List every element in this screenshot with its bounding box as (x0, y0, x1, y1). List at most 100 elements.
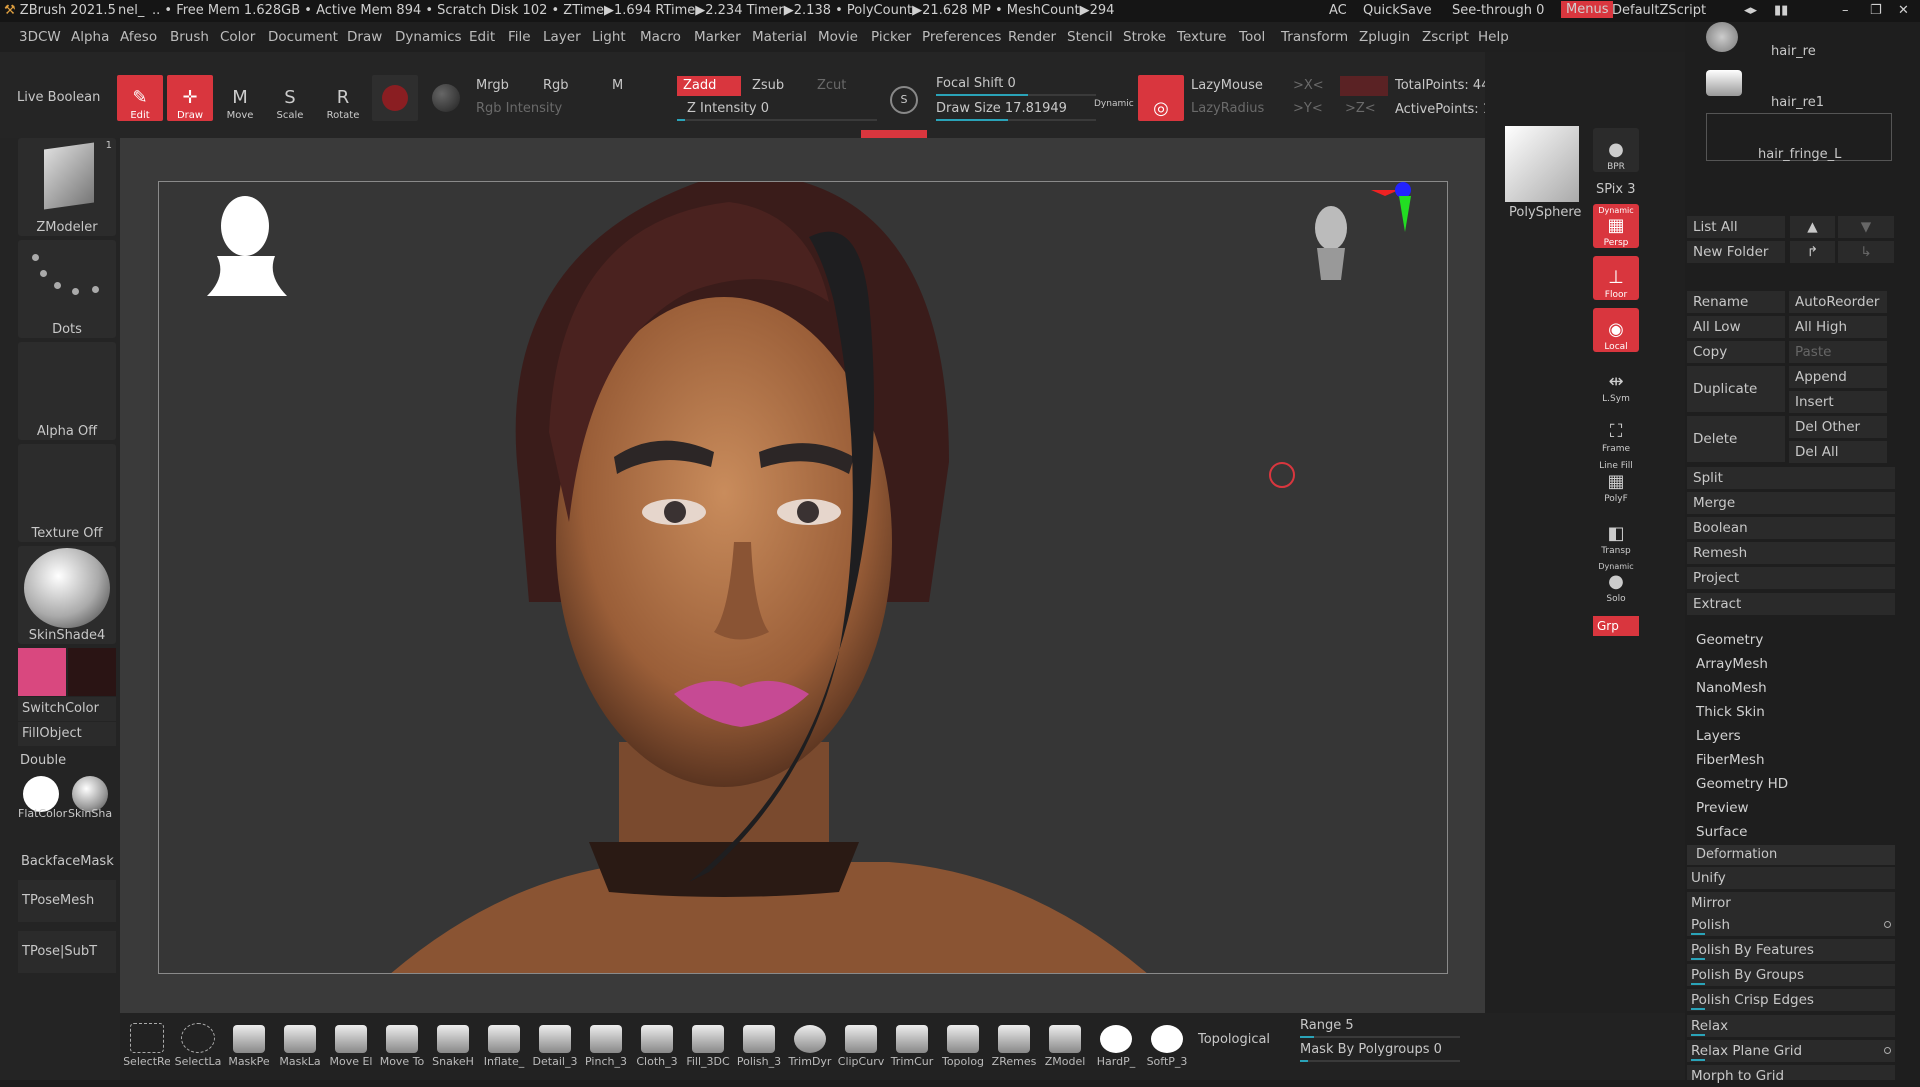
boolean-menu[interactable]: Boolean (1687, 517, 1895, 539)
dots-stroke-thumb[interactable]: Dots (18, 240, 116, 338)
menu-light[interactable]: Light (592, 29, 626, 45)
draw-size-track[interactable] (936, 119, 1096, 121)
extract-menu[interactable]: Extract (1687, 593, 1895, 615)
bpr-button[interactable]: ● BPR (1593, 128, 1639, 172)
menu-color[interactable]: Color (220, 29, 255, 45)
transp-button[interactable]: ◧ Transp (1593, 512, 1639, 556)
layers-menu[interactable]: Layers (1696, 728, 1741, 744)
project-menu[interactable]: Project (1687, 567, 1895, 589)
rename-button[interactable]: Rename (1687, 291, 1785, 313)
menus-button[interactable]: Menus (1561, 1, 1614, 18)
brush-hardpolish[interactable]: HardP_ (1093, 1018, 1139, 1068)
rgb-intensity-slider[interactable]: Rgb Intensity (476, 101, 562, 116)
menu-3dcw[interactable]: 3DCW (19, 29, 61, 45)
morph-to-grid-slider[interactable]: Morph to Grid (1687, 1065, 1895, 1084)
menu-help[interactable]: Help (1478, 29, 1509, 45)
secondary-color-swatch[interactable] (68, 648, 116, 696)
frame-button[interactable]: ⛶ Frame (1593, 410, 1639, 454)
del-all-button[interactable]: Del All (1789, 441, 1887, 463)
menu-draw[interactable]: Draw (347, 29, 382, 45)
brush-clipcurve[interactable]: ClipCurv (838, 1018, 884, 1068)
menu-picker[interactable]: Picker (871, 29, 911, 45)
ac-button[interactable]: AC (1329, 3, 1347, 18)
subtool-hair-re[interactable]: hair_re (1771, 44, 1816, 59)
double-toggle[interactable]: Double (20, 753, 66, 768)
rgb-button[interactable]: Rgb (543, 78, 569, 93)
thick-skin-menu[interactable]: Thick Skin (1696, 704, 1765, 720)
topological-toggle[interactable]: Topological (1198, 1032, 1270, 1047)
all-low-button[interactable]: All Low (1687, 316, 1785, 338)
menu-stroke[interactable]: Stroke (1123, 29, 1166, 45)
mask-by-polygroups-track[interactable] (1300, 1060, 1460, 1062)
relax-plane-grid-toggle-icon[interactable] (1884, 1047, 1891, 1054)
brush-trimdynamic[interactable]: TrimDyr (787, 1018, 833, 1068)
mrgb-button[interactable]: Mrgb (476, 78, 509, 93)
menu-document[interactable]: Document (268, 29, 338, 45)
brush-maskpen[interactable]: MaskPe (226, 1018, 272, 1068)
deformation-header[interactable]: Deformation (1687, 845, 1895, 865)
brush-selectlasso[interactable]: SelectLa (175, 1018, 221, 1068)
tposemesh-button[interactable]: TPoseMesh (18, 880, 116, 922)
character-model[interactable] (389, 182, 1149, 974)
rotate-button[interactable]: R Rotate (320, 75, 366, 122)
polish-toggle-icon[interactable] (1884, 921, 1891, 928)
range-slider[interactable]: Range 5 (1300, 1018, 1354, 1033)
menu-edit[interactable]: Edit (469, 29, 495, 45)
all-high-button[interactable]: All High (1789, 316, 1887, 338)
move-down-arrow-icon[interactable]: ▼ (1838, 216, 1894, 238)
primary-color-swatch[interactable] (18, 648, 66, 696)
surface-menu[interactable]: Surface (1696, 824, 1747, 840)
list-all-button[interactable]: List All (1687, 216, 1785, 238)
relax-slider[interactable]: Relax (1687, 1015, 1895, 1037)
zmodeler-brush-thumb[interactable]: 1 ZModeler (18, 138, 116, 236)
floor-button[interactable]: ⊥ Floor (1593, 256, 1639, 300)
brush-softpolish[interactable]: SoftP_3 (1144, 1018, 1190, 1068)
brush-pinch[interactable]: Pinch_3 (583, 1018, 629, 1068)
lsym-button[interactable]: ⇹ L.Sym (1593, 360, 1639, 404)
local-button[interactable]: ◉ Local (1593, 308, 1639, 352)
brush-topology[interactable]: Topolog (940, 1018, 986, 1068)
move-to-folder-icon[interactable]: ↱ (1790, 241, 1835, 263)
z-symmetry-red-button[interactable] (1340, 76, 1388, 96)
menu-tool[interactable]: Tool (1239, 29, 1265, 45)
solo-button[interactable]: Dynamic ● Solo (1593, 560, 1639, 604)
zadd-button[interactable]: Zadd (677, 76, 741, 96)
brush-move-elastic[interactable]: Move El (328, 1018, 374, 1068)
material-sphere-icon[interactable] (432, 84, 460, 112)
menu-brush[interactable]: Brush (170, 29, 209, 45)
menu-afeso[interactable]: Afeso (120, 29, 157, 45)
z-intensity-slider[interactable]: Z Intensity 0 (687, 101, 769, 116)
y-symmetry-button[interactable]: >Y< (1293, 101, 1323, 116)
split-menu[interactable]: Split (1687, 467, 1895, 489)
menu-transform[interactable]: Transform (1281, 29, 1348, 45)
menu-marker[interactable]: Marker (694, 29, 741, 45)
autoreorder-button[interactable]: AutoReorder (1789, 291, 1887, 313)
focal-shift-slider[interactable]: Focal Shift 0 (936, 76, 1016, 91)
polish-crisp-edges-slider[interactable]: Polish Crisp Edges (1687, 989, 1895, 1011)
brush-trimcurve[interactable]: TrimCur (889, 1018, 935, 1068)
menu-stencil[interactable]: Stencil (1067, 29, 1113, 45)
brush-inflate[interactable]: Inflate_ (481, 1018, 527, 1068)
switchcolor-button[interactable]: SwitchColor (18, 697, 116, 721)
menu-alpha[interactable]: Alpha (71, 29, 109, 45)
move-up-arrow-icon[interactable]: ▲ (1790, 216, 1835, 238)
lazyradius-slider[interactable]: LazyRadius (1191, 101, 1264, 116)
brush-selectrect[interactable]: SelectRe (124, 1018, 170, 1068)
new-folder-button[interactable]: New Folder (1687, 241, 1785, 263)
draw-size-slider[interactable]: Draw Size 17.81949 (936, 101, 1067, 116)
brush-move-topological[interactable]: Move To (379, 1018, 425, 1068)
scale-button[interactable]: S Scale (267, 75, 313, 122)
restore-icon[interactable]: ❐ (1870, 3, 1882, 18)
x-symmetry-button[interactable]: >X< (1293, 78, 1324, 93)
polish-by-features-slider[interactable]: Polish By Features (1687, 939, 1895, 961)
backfacemask-button[interactable]: BackfaceMask (21, 854, 114, 869)
alpha-thumb[interactable]: Alpha Off (18, 342, 116, 440)
axis-gizmo-icon[interactable] (1359, 182, 1419, 242)
geometry-menu[interactable]: Geometry (1696, 632, 1763, 648)
menu-file[interactable]: File (508, 29, 531, 45)
brush-zmodeler[interactable]: ZModel (1042, 1018, 1088, 1068)
fillobject-button[interactable]: FillObject (18, 722, 116, 746)
brush-detail[interactable]: Detail_3 (532, 1018, 578, 1068)
nanomesh-menu[interactable]: NanoMesh (1696, 680, 1767, 696)
move-out-folder-icon[interactable]: ↳ (1838, 241, 1894, 263)
